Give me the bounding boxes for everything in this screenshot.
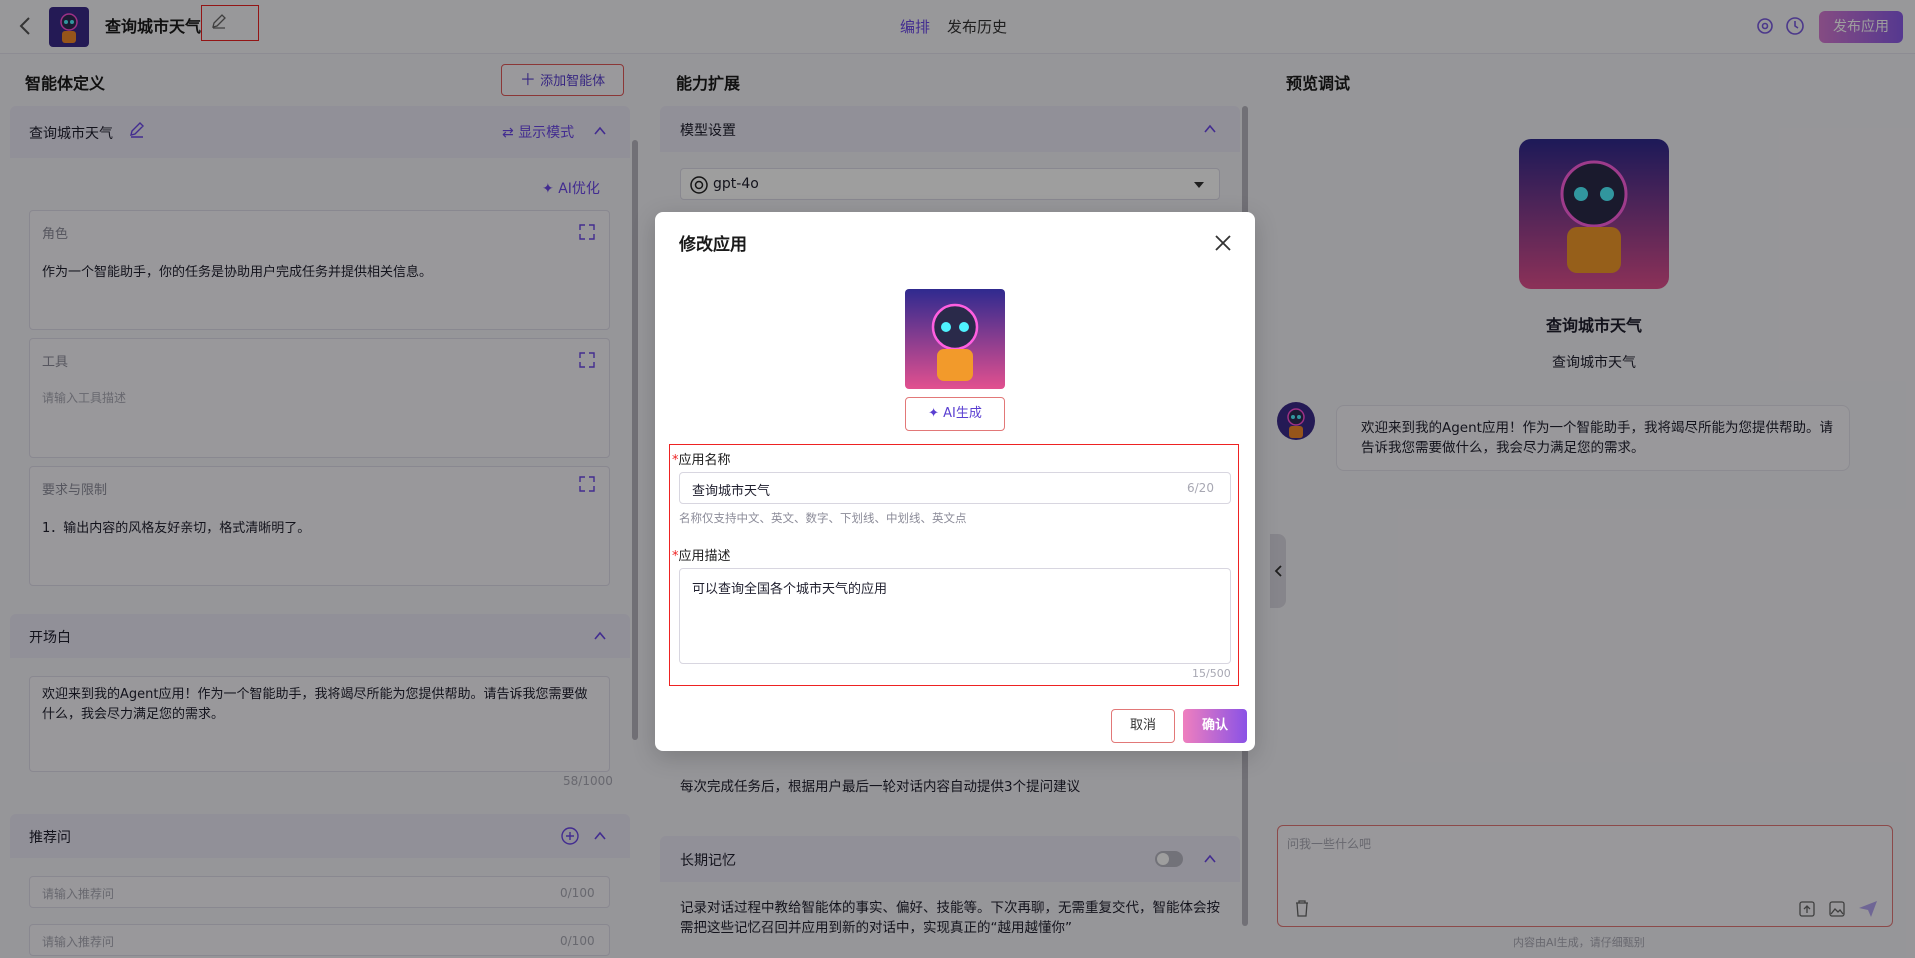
app-name-input[interactable]: 查询城市天气 6/20: [679, 472, 1231, 504]
cancel-button[interactable]: 取消: [1111, 709, 1175, 743]
app-desc-value: 可以查询全国各个城市天气的应用: [692, 582, 888, 597]
app-desc-textarea[interactable]: 可以查询全国各个城市天气的应用: [679, 568, 1231, 664]
name-counter: 6/20: [1187, 481, 1214, 495]
edit-app-modal: 修改应用 ✦ AI生成 *应用名称 查询城市天气 6/20 名称仅支持中文、英文…: [655, 212, 1255, 751]
app-name-value: 查询城市天气: [692, 484, 771, 499]
modal-app-avatar[interactable]: [905, 289, 1005, 389]
ai-generate-button[interactable]: ✦ AI生成: [905, 397, 1005, 431]
name-hint: 名称仅支持中文、英文、数字、下划线、中划线、英文点: [679, 511, 967, 525]
name-label: *应用名称: [672, 453, 731, 468]
close-icon[interactable]: [1212, 232, 1234, 254]
modal-title: 修改应用: [679, 235, 747, 255]
desc-label: *应用描述: [672, 549, 731, 564]
desc-counter: 15/500: [1192, 667, 1231, 680]
confirm-button[interactable]: 确认: [1183, 709, 1247, 743]
sparkle-icon: ✦: [928, 406, 940, 421]
